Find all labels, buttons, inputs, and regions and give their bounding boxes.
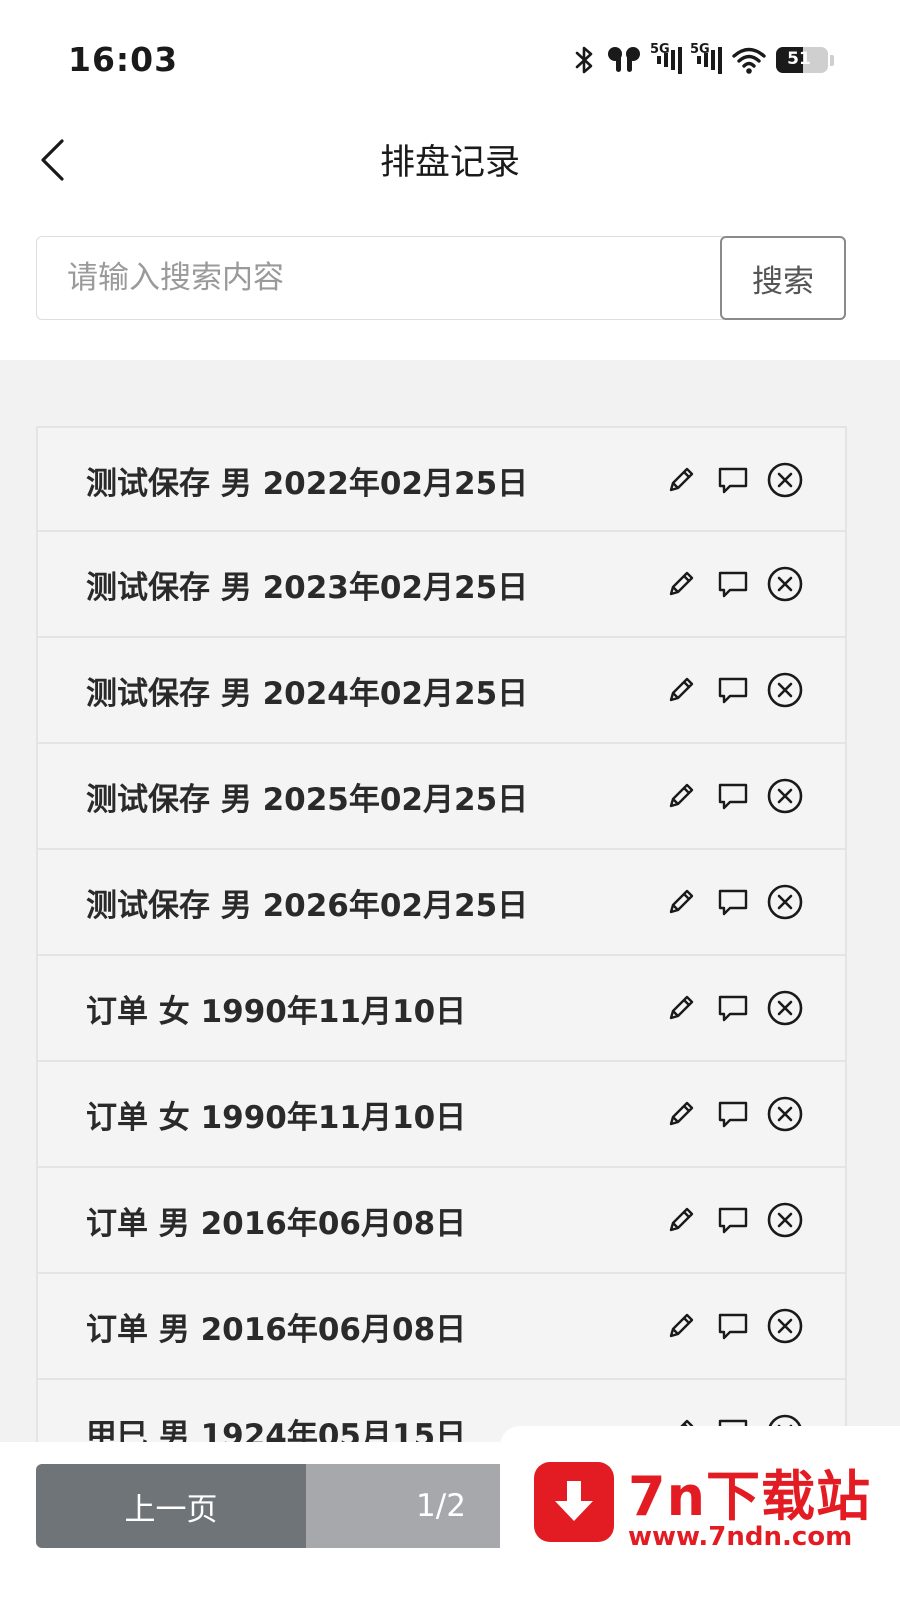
close-circle-icon[interactable] bbox=[765, 1200, 805, 1240]
record-row[interactable]: 订单 男 2016年06月08日 bbox=[36, 1168, 847, 1274]
record-text: 测试保存 男 2022年02月25日 bbox=[86, 466, 529, 502]
close-circle-icon[interactable] bbox=[765, 882, 805, 922]
record-actions bbox=[649, 460, 805, 500]
search-button[interactable]: 搜索 bbox=[720, 236, 846, 320]
comment-icon[interactable] bbox=[713, 1306, 753, 1346]
earbuds-icon bbox=[606, 44, 642, 76]
record-actions bbox=[649, 1306, 805, 1346]
pencil-icon[interactable] bbox=[661, 670, 701, 710]
record-actions bbox=[649, 564, 805, 604]
pencil-icon[interactable] bbox=[661, 564, 701, 604]
pencil-icon[interactable] bbox=[661, 460, 701, 500]
close-circle-icon[interactable] bbox=[765, 776, 805, 816]
record-actions bbox=[649, 1200, 805, 1240]
battery-level: 51 bbox=[787, 49, 811, 69]
record-row[interactable]: 测试保存 男 2025年02月25日 bbox=[36, 744, 847, 850]
close-circle-icon[interactable] bbox=[765, 1306, 805, 1346]
close-circle-icon[interactable] bbox=[765, 564, 805, 604]
comment-icon[interactable] bbox=[713, 670, 753, 710]
search-input[interactable] bbox=[37, 237, 723, 319]
record-text: 订单 女 1990年11月10日 bbox=[86, 994, 467, 1030]
close-circle-icon[interactable] bbox=[765, 988, 805, 1028]
comment-icon[interactable] bbox=[713, 1200, 753, 1240]
prev-page-button[interactable]: 上一页 bbox=[36, 1464, 306, 1548]
record-text: 订单 男 2016年06月08日 bbox=[86, 1206, 467, 1242]
status-time: 16:03 bbox=[68, 40, 179, 79]
signal-2-label: 5G bbox=[690, 42, 710, 57]
pencil-icon[interactable] bbox=[661, 1094, 701, 1134]
comment-icon[interactable] bbox=[713, 1094, 753, 1134]
record-text: 订单 男 2016年06月08日 bbox=[86, 1312, 467, 1348]
status-bar: 16:03 5G 5G 51 bbox=[0, 0, 900, 120]
record-actions bbox=[649, 988, 805, 1028]
battery-tip bbox=[830, 54, 834, 66]
search-box: 搜索 bbox=[36, 236, 846, 320]
comment-icon[interactable] bbox=[713, 988, 753, 1028]
record-row[interactable]: 测试保存 男 2026年02月25日 bbox=[36, 850, 847, 956]
bluetooth-icon bbox=[574, 44, 596, 76]
comment-icon[interactable] bbox=[713, 460, 753, 500]
close-circle-icon[interactable] bbox=[765, 460, 805, 500]
pencil-icon[interactable] bbox=[661, 882, 701, 922]
watermark-name: 7n下载站 bbox=[628, 1465, 872, 1528]
record-row[interactable]: 订单 男 2016年06月08日 bbox=[36, 1274, 847, 1380]
record-text: 测试保存 男 2025年02月25日 bbox=[86, 782, 529, 818]
record-row[interactable]: 测试保存 男 2023年02月25日 bbox=[36, 532, 847, 638]
nav-bar: 排盘记录 bbox=[0, 120, 900, 200]
record-list: 测试保存 男 2022年02月25日 测试保存 男 2023年02月25日 测试保存… bbox=[36, 426, 847, 1442]
watermark-url: www.7ndn.com bbox=[628, 1522, 853, 1552]
record-text: 订单 女 1990年11月10日 bbox=[86, 1100, 467, 1136]
status-icons: 5G 5G 51 bbox=[564, 40, 834, 80]
download-arrow-icon bbox=[534, 1462, 614, 1542]
record-text: 测试保存 男 2024年02月25日 bbox=[86, 676, 529, 712]
close-circle-icon[interactable] bbox=[765, 1094, 805, 1134]
record-actions bbox=[649, 670, 805, 710]
pencil-icon[interactable] bbox=[661, 1306, 701, 1346]
record-actions bbox=[649, 882, 805, 922]
comment-icon[interactable] bbox=[713, 564, 753, 604]
record-actions bbox=[649, 776, 805, 816]
record-text: 测试保存 男 2023年02月25日 bbox=[86, 570, 529, 606]
signal-5g-icon: 5G bbox=[650, 42, 682, 76]
close-circle-icon[interactable] bbox=[765, 670, 805, 710]
record-actions bbox=[649, 1094, 805, 1134]
pencil-icon[interactable] bbox=[661, 1200, 701, 1240]
wifi-icon bbox=[732, 46, 766, 74]
pencil-icon[interactable] bbox=[661, 776, 701, 816]
record-row[interactable]: 订单 女 1990年11月10日 bbox=[36, 1062, 847, 1168]
record-row[interactable]: 测试保存 男 2022年02月25日 bbox=[36, 426, 847, 532]
record-row[interactable]: 订单 女 1990年11月10日 bbox=[36, 956, 847, 1062]
comment-icon[interactable] bbox=[713, 776, 753, 816]
signal-5g-icon: 5G bbox=[690, 42, 722, 76]
record-text: 甲巳 男 1924年05月15日 bbox=[86, 1418, 467, 1442]
record-row[interactable]: 测试保存 男 2024年02月25日 bbox=[36, 638, 847, 744]
record-text: 测试保存 男 2026年02月25日 bbox=[86, 888, 529, 924]
page-title: 排盘记录 bbox=[379, 143, 520, 183]
comment-icon[interactable] bbox=[713, 882, 753, 922]
watermark: 7n下载站 www.7ndn.com bbox=[500, 1426, 900, 1600]
signal-1-label: 5G bbox=[650, 42, 670, 57]
battery-icon: 51 bbox=[776, 47, 828, 73]
pencil-icon[interactable] bbox=[661, 988, 701, 1028]
